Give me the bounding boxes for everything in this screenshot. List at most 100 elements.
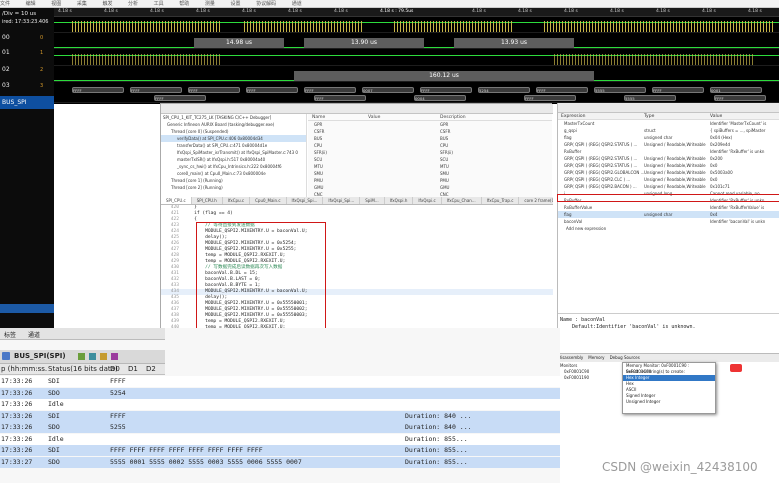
protocol-row[interactable]: 17:33:26 SDI FFFF FFFF FFFF FFFF FFFF FFFF… [0,445,560,456]
settings-icon[interactable] [111,353,118,360]
editor-tab[interactable]: IfxQspi.h [385,197,414,204]
col-header[interactable]: Name [308,114,368,121]
menu-item[interactable]: 协议解码 [256,0,276,7]
menu-item[interactable]: 设置 [230,0,240,7]
editor-tab[interactable]: core 2 frame(0) [519,197,553,204]
sidebar-scroll-strip[interactable] [0,304,54,313]
decode-cell[interactable]: FFFF [246,87,298,93]
decode-cell[interactable]: FFFF [188,87,240,93]
decode-cell[interactable]: FFFF [304,87,356,93]
bus-spi-decode[interactable]: FFFF FFFF FFFF FFFF FFFF 0007 FFFF 5254 … [54,86,779,103]
expression-row[interactable]: GRP( QSPI ) (REG( QSPI2.STATUS ) ... Unsi… [558,141,779,148]
register-row[interactable]: GPR GPR [308,121,552,128]
menu-item[interactable]: 通道 [292,0,302,7]
bus-spi-label[interactable]: BUS_SPI [0,96,54,109]
editor-tab[interactable]: IfxQspi_Spi... [287,197,324,204]
waveform-area[interactable]: 4.18 s 4.18 s 4.18 s 4.18 s 4.18 s 4.18 … [54,8,779,104]
tree-node[interactable]: Generic Infineon AURIX Board (tasking/de… [161,121,306,128]
register-row[interactable]: SMU SMU [308,170,552,177]
protocol-row[interactable]: 17:33:26 SDI FFFF [0,376,560,387]
col-header[interactable]: Value [710,113,722,119]
monitor-item[interactable]: 0xF0001190 [564,375,589,381]
expression-row[interactable]: GRP( QSPI ) (REG( QSPI2.BACON ) ... Unsig… [558,183,779,190]
tree-node[interactable]: transferData() at SPI_CPU.c:471 0x80004d… [161,142,306,149]
protocol-row[interactable]: 17:33:26 SDI FFFF Duration: 840 ... [0,410,560,422]
editor-tab[interactable]: SPI_CPU.h [192,197,223,204]
register-row[interactable]: CSFR CSFR [308,128,552,135]
col-header[interactable]: Type [644,113,710,119]
rendering-option[interactable]: Unsigned Integer [623,399,715,405]
decode-cell[interactable]: 0004 [414,95,466,101]
channel-00-label[interactable]: 00 [2,34,10,41]
tree-node[interactable]: masterTxISR() at IfxQspi.h:517 0x80004a4… [161,156,306,163]
decode-cell[interactable]: 5254 [478,87,530,93]
col-header[interactable]: D0 [110,364,120,375]
menu-item[interactable]: 帮助 [179,0,189,7]
decode-cell[interactable]: 0001 [710,87,762,93]
editor-tab[interactable]: Cpu0_Main.c [250,197,287,204]
expression-row[interactable]: flag unsigned char 0x04 (Hex) [558,134,779,141]
col-header[interactable]: D2 [146,364,156,375]
tree-node[interactable]: verifyData() at SPI_CPU.c:406 0x80004d34 [161,135,306,142]
editor-tab[interactable]: IfxQspi.c [413,197,442,204]
tree-node[interactable]: core0_main() at Cpu0_Main.c:73 0x800004e [161,170,306,177]
register-row[interactable]: PMU PMU [308,177,552,184]
tree-node[interactable]: SPI_CPU_1_KIT_TC275_LK [TASKING C/C++ De… [161,114,306,121]
tab-labels[interactable]: 标签 [4,330,16,339]
expression-row[interactable]: MasterTxCount Identifier 'MasterTxCount' … [558,120,779,127]
menu-item[interactable]: 工具 [154,0,164,7]
tree-node[interactable]: IfxQspi_SpiMaster_isrTransmit() at IfxQs… [161,149,306,156]
menu-item[interactable]: 测量 [205,0,215,7]
expression-row[interactable]: GRP( QSPI ) (REG( QSPI2.GLOBALCON ...Uns… [558,169,779,176]
col-header[interactable]: D1 [128,364,138,375]
protocol-row[interactable]: 17:33:26 SDO 5255 Duration: 840 ... [0,422,560,433]
protocol-row[interactable]: 17:33:26 Idle [0,399,560,410]
expression-row[interactable]: GRP( QSPI ) (REG( QSPI2.STATUS ) ... Unsi… [558,162,779,169]
search-icon[interactable] [100,353,107,360]
editor-tab[interactable]: SPI_CPU.c [161,197,192,204]
menu-item[interactable]: 编辑 [26,0,36,7]
register-row[interactable]: SFR(ii) SFR(ii) [308,149,552,156]
tab-disassembly[interactable]: Disassembly [558,355,583,360]
editor-tab[interactable]: IfxQspi_Spi... [323,197,361,204]
tree-node[interactable]: Thread [core 1] (Running) [161,177,306,184]
channel-03-label[interactable]: 03 [2,82,10,89]
channel-01-label[interactable]: 01 [2,49,10,56]
menu-item[interactable]: 采集 [77,0,87,7]
decode-cell[interactable]: FFFF [714,95,766,101]
decode-cell[interactable]: FFFF [314,95,366,101]
col-header[interactable]: Description [440,114,466,121]
tab-debug-sources[interactable]: Debug Sources [610,355,640,360]
protocol-row[interactable]: 17:33:27 SDO 5555 0001 5555 0002 5555 0003… [0,456,560,468]
editor-tab[interactable]: IfxCpu.c [223,197,251,204]
col-header[interactable]: Expression [558,113,644,119]
decode-cell[interactable]: 5555 [594,87,646,93]
add-expression-row[interactable]: Add new expression [558,225,779,232]
editor-tab[interactable]: IfxCpu_Chan... [442,197,482,204]
protocol-row[interactable]: 17:33:26 Idle Duration: 855... [0,433,560,445]
tab-memory[interactable]: Memory [588,355,604,360]
col-header[interactable]: p (hh:mm:ss. [1,364,47,375]
expression-row[interactable]: GRP( QSPI ) (REG( QSPI2.STATUS ) ... Unsi… [558,155,779,162]
tree-node[interactable]: Thread [core 0] (Suspended) [161,128,306,135]
decode-cell[interactable]: FFFF [652,87,704,93]
expression-row[interactable]: RxBuffer Identifier 'RxBuffer' is unkn [558,148,779,155]
protocol-row[interactable]: 17:33:26 SDO 5254 [0,387,560,399]
channel-02-label[interactable]: 02 [2,66,10,73]
expression-row[interactable]: baconVal Identifier 'baconVal' is unkn [558,218,779,225]
editor-tab[interactable]: IfxCpu_Trap.c [482,197,520,204]
decode-cell[interactable]: FFFF [420,87,472,93]
menu-item[interactable]: 分析 [128,0,138,7]
register-row[interactable]: BUS BUS [308,135,552,142]
tree-node[interactable]: Thread [core 2] (Running) [161,184,306,191]
expression-row[interactable]: RxBufferValue Identifier 'RxBufferValue' … [558,204,779,211]
decode-cell[interactable]: 5555 [624,95,676,101]
expression-row[interactable]: flag unsigned char 0x4 [558,211,779,218]
decode-cell[interactable]: FFFF [72,87,124,93]
tree-node[interactable]: _sync_cs_hwi() at IfxCpu_Intrinsics.h:22… [161,163,306,170]
expression-row[interactable]: GRP( QSPI ) (REG( QSPI2.CLC ) ... Unsigne… [558,176,779,183]
decode-cell[interactable]: FFFF [130,87,182,93]
register-row[interactable]: GMU GMU [308,184,552,191]
col-header[interactable]: Value [368,114,440,121]
chart-icon[interactable] [78,353,85,360]
